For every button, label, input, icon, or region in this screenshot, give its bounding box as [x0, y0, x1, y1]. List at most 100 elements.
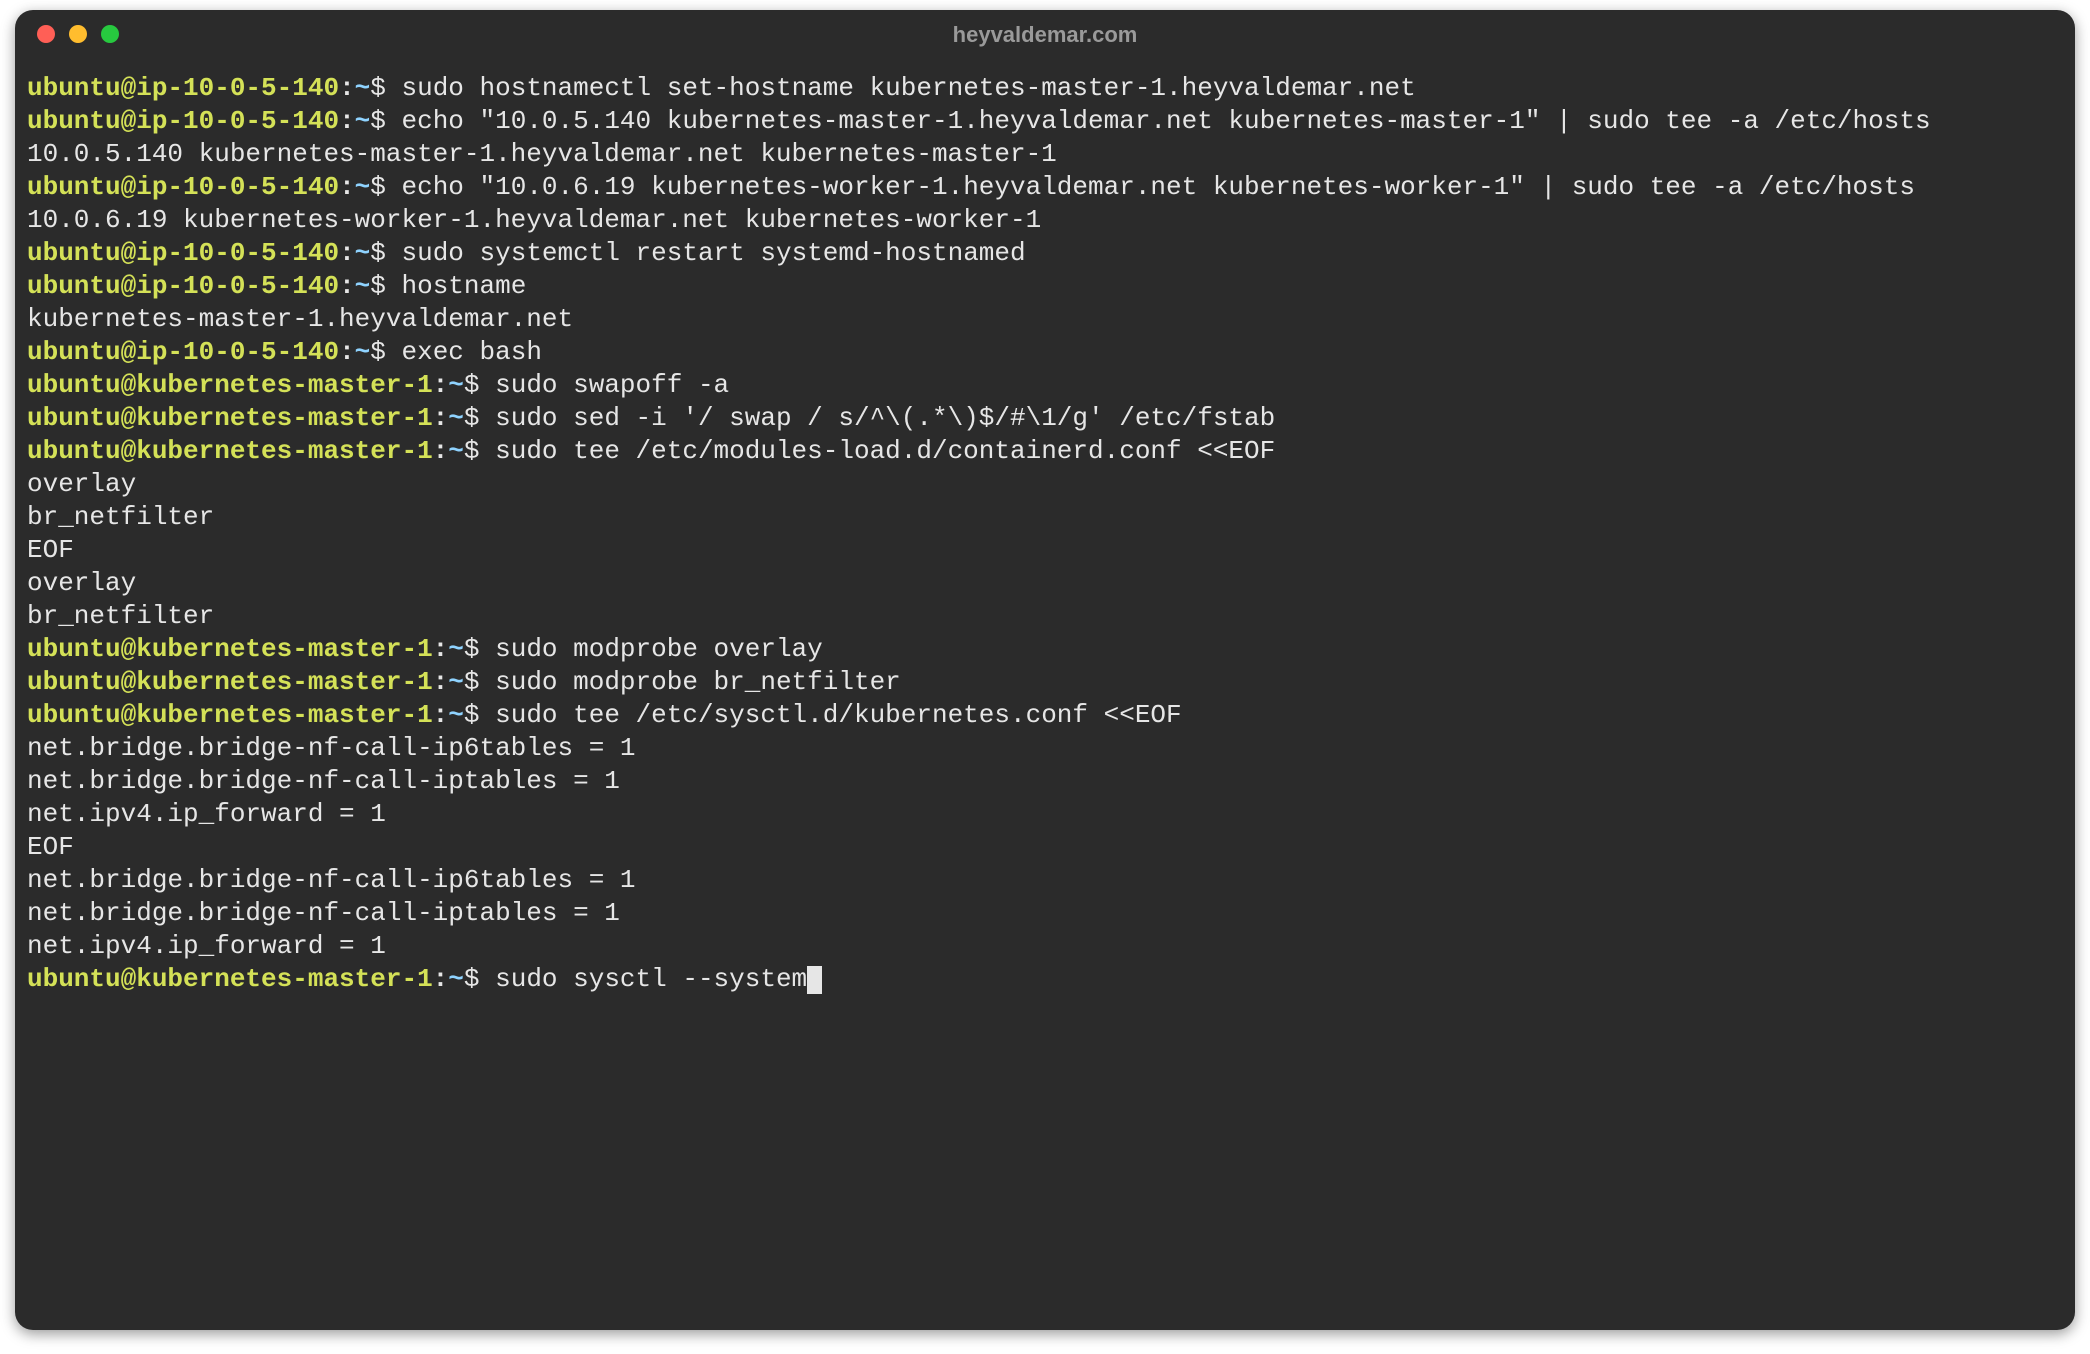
terminal-command-line: ubuntu@kubernetes-master-1:~$ sudo sysct… — [27, 963, 2063, 996]
terminal-command-line: ubuntu@kubernetes-master-1:~$ sudo sed -… — [27, 402, 2063, 435]
command-text: sudo systemctl restart systemd-hostnamed — [402, 238, 1026, 268]
prompt-userhost: ubuntu@kubernetes-master-1 — [27, 370, 433, 400]
terminal-output-line: br_netfilter — [27, 600, 2063, 633]
prompt-dollar: $ — [370, 271, 401, 301]
terminal-command-line: ubuntu@kubernetes-master-1:~$ sudo modpr… — [27, 666, 2063, 699]
prompt-userhost: ubuntu@ip-10-0-5-140 — [27, 337, 339, 367]
prompt-colon: : — [433, 436, 449, 466]
command-text: exec bash — [402, 337, 542, 367]
terminal-output-line: 10.0.5.140 kubernetes-master-1.heyvaldem… — [27, 138, 2063, 171]
cursor-icon — [807, 966, 822, 994]
maximize-icon[interactable] — [101, 25, 119, 43]
prompt-colon: : — [339, 337, 355, 367]
prompt-path: ~ — [355, 106, 371, 136]
prompt-dollar: $ — [464, 403, 495, 433]
prompt-colon: : — [339, 172, 355, 202]
command-text: sudo sed -i '/ swap / s/^\(.*\)$/#\1/g' … — [495, 403, 1275, 433]
terminal-output-line: net.bridge.bridge-nf-call-ip6tables = 1 — [27, 864, 2063, 897]
prompt-dollar: $ — [464, 667, 495, 697]
prompt-path: ~ — [448, 436, 464, 466]
prompt-dollar: $ — [370, 73, 401, 103]
terminal-output-line: EOF — [27, 534, 2063, 567]
prompt-colon: : — [339, 106, 355, 136]
prompt-userhost: ubuntu@ip-10-0-5-140 — [27, 238, 339, 268]
prompt-userhost: ubuntu@kubernetes-master-1 — [27, 667, 433, 697]
terminal-output-line: net.bridge.bridge-nf-call-iptables = 1 — [27, 765, 2063, 798]
output-text: net.ipv4.ip_forward = 1 — [27, 799, 386, 829]
prompt-userhost: ubuntu@ip-10-0-5-140 — [27, 172, 339, 202]
terminal-output-line: overlay — [27, 567, 2063, 600]
prompt-dollar: $ — [464, 436, 495, 466]
prompt-dollar: $ — [370, 106, 401, 136]
prompt-path: ~ — [355, 73, 371, 103]
close-icon[interactable] — [37, 25, 55, 43]
prompt-path: ~ — [448, 667, 464, 697]
prompt-dollar: $ — [464, 370, 495, 400]
terminal-command-line: ubuntu@kubernetes-master-1:~$ sudo tee /… — [27, 699, 2063, 732]
command-text: sudo tee /etc/sysctl.d/kubernetes.conf <… — [495, 700, 1182, 730]
terminal-command-line: ubuntu@ip-10-0-5-140:~$ sudo hostnamectl… — [27, 72, 2063, 105]
output-text: overlay — [27, 469, 136, 499]
terminal-command-line: ubuntu@ip-10-0-5-140:~$ exec bash — [27, 336, 2063, 369]
terminal-window: heyvaldemar.com ubuntu@ip-10-0-5-140:~$ … — [15, 10, 2075, 1330]
terminal-output-line: br_netfilter — [27, 501, 2063, 534]
prompt-path: ~ — [355, 172, 371, 202]
prompt-colon: : — [339, 73, 355, 103]
terminal-command-line: ubuntu@kubernetes-master-1:~$ sudo swapo… — [27, 369, 2063, 402]
output-text: EOF — [27, 535, 74, 565]
prompt-colon: : — [433, 370, 449, 400]
prompt-userhost: ubuntu@kubernetes-master-1 — [27, 403, 433, 433]
terminal-output-line: 10.0.6.19 kubernetes-worker-1.heyvaldema… — [27, 204, 2063, 237]
terminal-body[interactable]: ubuntu@ip-10-0-5-140:~$ sudo hostnamectl… — [15, 58, 2075, 996]
prompt-userhost: ubuntu@kubernetes-master-1 — [27, 634, 433, 664]
command-text: sudo modprobe br_netfilter — [495, 667, 901, 697]
terminal-command-line: ubuntu@ip-10-0-5-140:~$ hostname — [27, 270, 2063, 303]
output-text: net.bridge.bridge-nf-call-iptables = 1 — [27, 898, 620, 928]
command-text: echo "10.0.6.19 kubernetes-worker-1.heyv… — [402, 172, 1915, 202]
prompt-userhost: ubuntu@ip-10-0-5-140 — [27, 73, 339, 103]
command-text: sudo hostnamectl set-hostname kubernetes… — [402, 73, 1416, 103]
window-title: heyvaldemar.com — [15, 18, 2075, 51]
output-text: br_netfilter — [27, 502, 214, 532]
prompt-colon: : — [433, 403, 449, 433]
prompt-colon: : — [433, 964, 449, 994]
prompt-path: ~ — [448, 634, 464, 664]
terminal-output-line: net.bridge.bridge-nf-call-ip6tables = 1 — [27, 732, 2063, 765]
terminal-output-line: net.ipv4.ip_forward = 1 — [27, 798, 2063, 831]
terminal-command-line: ubuntu@kubernetes-master-1:~$ sudo modpr… — [27, 633, 2063, 666]
output-text: 10.0.6.19 kubernetes-worker-1.heyvaldema… — [27, 205, 1041, 235]
prompt-dollar: $ — [370, 172, 401, 202]
prompt-path: ~ — [355, 337, 371, 367]
terminal-command-line: ubuntu@kubernetes-master-1:~$ sudo tee /… — [27, 435, 2063, 468]
terminal-output-line: kubernetes-master-1.heyvaldemar.net — [27, 303, 2063, 336]
command-text: sudo modprobe overlay — [495, 634, 823, 664]
command-text: hostname — [402, 271, 527, 301]
prompt-dollar: $ — [464, 700, 495, 730]
prompt-path: ~ — [448, 370, 464, 400]
prompt-colon: : — [339, 271, 355, 301]
prompt-colon: : — [433, 634, 449, 664]
output-text: overlay — [27, 568, 136, 598]
command-text: sudo swapoff -a — [495, 370, 729, 400]
output-text: EOF — [27, 832, 74, 862]
prompt-dollar: $ — [370, 238, 401, 268]
prompt-colon: : — [433, 667, 449, 697]
prompt-path: ~ — [448, 700, 464, 730]
prompt-userhost: ubuntu@kubernetes-master-1 — [27, 436, 433, 466]
terminal-output-line: EOF — [27, 831, 2063, 864]
traffic-lights — [37, 25, 119, 43]
terminal-output-line: overlay — [27, 468, 2063, 501]
prompt-path: ~ — [355, 238, 371, 268]
output-text: kubernetes-master-1.heyvaldemar.net — [27, 304, 573, 334]
output-text: net.bridge.bridge-nf-call-iptables = 1 — [27, 766, 620, 796]
prompt-userhost: ubuntu@kubernetes-master-1 — [27, 700, 433, 730]
output-text: br_netfilter — [27, 601, 214, 631]
prompt-dollar: $ — [370, 337, 401, 367]
minimize-icon[interactable] — [69, 25, 87, 43]
terminal-command-line: ubuntu@ip-10-0-5-140:~$ sudo systemctl r… — [27, 237, 2063, 270]
terminal-output-line: net.bridge.bridge-nf-call-iptables = 1 — [27, 897, 2063, 930]
prompt-path: ~ — [448, 964, 464, 994]
terminal-command-line: ubuntu@ip-10-0-5-140:~$ echo "10.0.6.19 … — [27, 171, 2063, 204]
terminal-output-line: net.ipv4.ip_forward = 1 — [27, 930, 2063, 963]
prompt-colon: : — [433, 700, 449, 730]
